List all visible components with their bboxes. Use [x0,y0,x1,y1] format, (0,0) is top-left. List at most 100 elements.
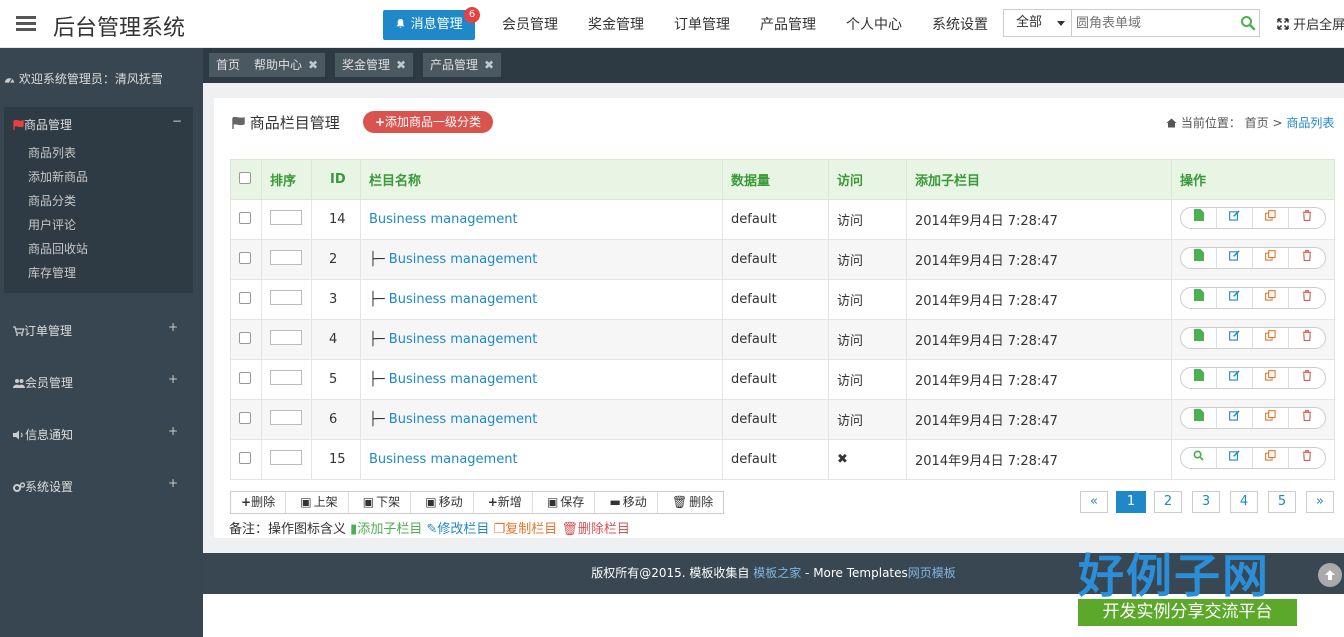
toolbar-online-button[interactable]: ▣ 上架 [290,492,349,513]
edit-icon[interactable] [1217,407,1253,428]
tab-bonus[interactable]: 奖金管理 ✖ [335,53,414,77]
add-child-icon[interactable] [1181,367,1217,388]
row-checkbox[interactable] [239,331,251,344]
copy-icon[interactable] [1253,207,1289,228]
close-icon[interactable]: ✖ [308,53,318,77]
category-name-link[interactable]: Business management [389,412,538,427]
col-visit[interactable]: 访问 [828,159,907,200]
breadcrumb-home[interactable]: 首页 [1245,116,1269,130]
category-name-link[interactable]: Business management [389,372,538,387]
row-checkbox[interactable] [239,451,251,464]
delete-icon[interactable] [1289,288,1325,308]
menu-product[interactable]: 商品管理 [13,116,72,133]
menu-product-collapse[interactable]: − [172,114,182,128]
menu-notice[interactable]: 信息通知 [13,426,73,443]
nav-order[interactable]: 订单管理 [674,14,730,34]
nav-product[interactable]: 产品管理 [760,14,816,34]
menu-order[interactable]: 订单管理 [13,322,72,339]
menu-notice-expand[interactable]: + [168,424,178,438]
page-4[interactable]: 4 [1230,491,1258,513]
nav-member[interactable]: 会员管理 [502,14,558,34]
add-child-icon[interactable] [1181,327,1217,348]
sort-input[interactable] [270,290,302,305]
message-button[interactable]: 消息管理 [383,10,475,40]
col-name[interactable]: 栏目名称 [360,159,723,200]
search-icon[interactable] [1240,15,1256,31]
edit-icon[interactable] [1217,287,1253,308]
toolbar-offline-button[interactable]: ▣ 下架 [353,492,412,513]
delete-icon[interactable] [1289,328,1325,348]
visit-cell[interactable]: 访问 [828,199,907,240]
tab-home[interactable]: 首页 [209,53,248,77]
category-name-link[interactable]: Business management [389,252,538,267]
visit-cell[interactable]: 访问 [828,279,907,320]
submenu-product-category[interactable]: 商品分类 [28,192,76,209]
category-name-link[interactable]: Business management [389,292,538,307]
toolbar-move2-button[interactable]: ▬ 移动 [599,492,658,513]
sort-input[interactable] [270,210,302,225]
back-to-top-button[interactable] [1318,563,1342,587]
copy-icon[interactable] [1253,367,1289,388]
page-next[interactable]: » [1306,491,1334,513]
category-name-link[interactable]: Business management [389,332,538,347]
delete-icon[interactable] [1289,448,1325,468]
submenu-add-product[interactable]: 添加新商品 [28,168,88,185]
tab-help[interactable]: 帮助中心 ✖ [247,53,326,77]
copy-icon[interactable] [1253,447,1289,468]
visit-cell[interactable]: 访问 [828,399,907,440]
visit-cell[interactable]: 访问 [828,359,907,400]
copy-icon[interactable] [1253,327,1289,348]
category-name-link[interactable]: Business management [369,452,518,467]
footer-link-templates[interactable]: 模板之家 [753,566,801,580]
category-name-link[interactable]: Business management [369,212,518,227]
menu-order-expand[interactable]: + [168,320,178,334]
edit-icon[interactable] [1217,367,1253,388]
fullscreen-button[interactable]: 开启全屏 [1277,14,1344,33]
nav-bonus[interactable]: 奖金管理 [588,14,644,34]
sort-input[interactable] [270,250,302,265]
col-data[interactable]: 数据量 [722,159,829,200]
row-checkbox[interactable] [239,251,251,264]
sort-input[interactable] [270,330,302,345]
menu-member-expand[interactable]: + [168,372,178,386]
toolbar-new-button[interactable]: +新增 [478,492,533,513]
nav-settings[interactable]: 系统设置 [932,14,988,34]
add-child-icon[interactable] [1181,407,1217,428]
close-icon[interactable]: ✖ [396,53,406,77]
submenu-user-review[interactable]: 用户评论 [28,216,76,233]
visit-cell[interactable]: 访问 [828,239,907,280]
add-category-button[interactable]: +添加商品一级分类 [363,111,493,133]
edit-icon[interactable] [1217,327,1253,348]
row-checkbox[interactable] [239,411,251,424]
menu-toggle-icon[interactable] [16,16,36,32]
copy-icon[interactable] [1253,247,1289,268]
edit-icon[interactable] [1217,207,1253,228]
page-5[interactable]: 5 [1268,491,1296,513]
col-sort[interactable]: 排序 [261,159,312,200]
page-prev[interactable]: « [1080,491,1108,513]
toolbar-move-button[interactable]: ▣ 移动 [415,492,474,513]
sort-input[interactable] [270,410,302,425]
delete-icon[interactable] [1289,368,1325,388]
row-checkbox[interactable] [239,291,251,304]
col-add-child[interactable]: 添加子栏目 [906,159,1172,200]
delete-icon[interactable] [1289,208,1325,228]
tab-product[interactable]: 产品管理 ✖ [423,53,502,77]
delete-icon[interactable] [1289,408,1325,428]
add-child-icon[interactable] [1181,247,1217,268]
page-1[interactable]: 1 [1116,491,1146,513]
footer-link-web-templates[interactable]: 网页模板 [908,566,956,580]
add-child-icon[interactable] [1181,207,1217,228]
edit-icon[interactable] [1217,247,1253,268]
close-icon[interactable]: ✖ [484,53,494,77]
menu-member[interactable]: 会员管理 [13,374,73,391]
breadcrumb-current[interactable]: 商品列表 [1286,116,1334,130]
submenu-product-list[interactable]: 商品列表 [28,144,76,161]
toolbar-delete-button[interactable]: +删除 [231,492,287,513]
copy-icon[interactable] [1253,407,1289,428]
sort-input[interactable] [270,450,302,465]
search-input[interactable] [1074,10,1224,36]
delete-icon[interactable] [1289,248,1325,268]
toolbar-save-button[interactable]: ▣ 保存 [537,492,596,513]
submenu-recycle-bin[interactable]: 商品回收站 [28,240,88,257]
